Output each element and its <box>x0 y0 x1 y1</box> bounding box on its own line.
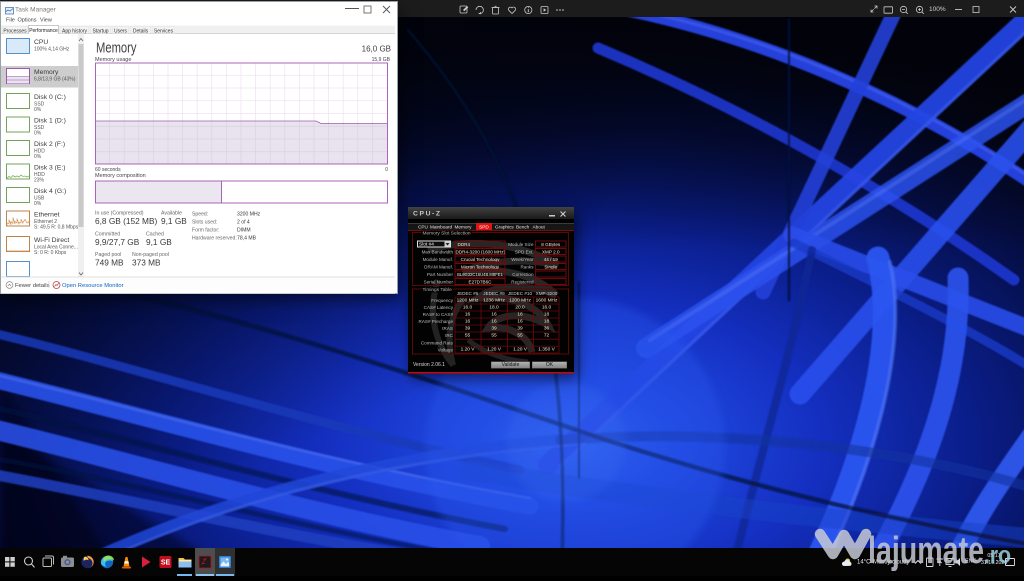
svg-text:lajumate: lajumate <box>868 530 984 572</box>
svg-text:SE: SE <box>161 560 171 567</box>
svg-text:.ro: .ro <box>984 542 1011 569</box>
